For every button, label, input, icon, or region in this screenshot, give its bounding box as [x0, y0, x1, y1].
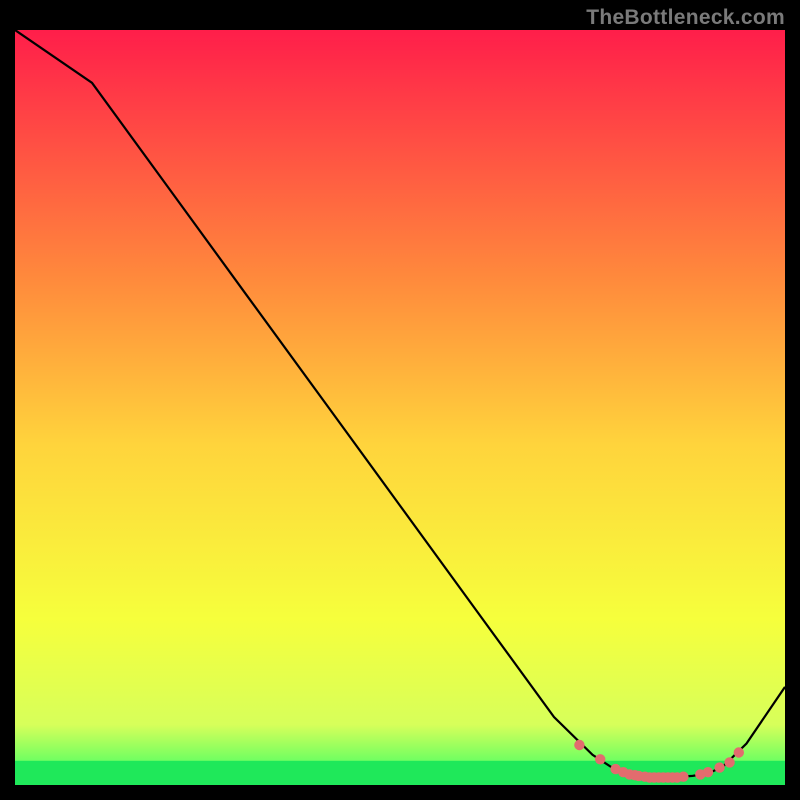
- data-point: [724, 757, 734, 767]
- chart-svg: [15, 30, 785, 785]
- chart-plot-area: [15, 30, 785, 785]
- data-point: [734, 747, 744, 757]
- gradient-background: [15, 30, 785, 785]
- chart-frame: TheBottleneck.com: [0, 0, 800, 800]
- data-point: [703, 767, 713, 777]
- watermark-text: TheBottleneck.com: [586, 6, 785, 30]
- data-point: [678, 772, 688, 782]
- data-point: [574, 740, 584, 750]
- data-point: [714, 762, 724, 772]
- data-point: [595, 754, 605, 764]
